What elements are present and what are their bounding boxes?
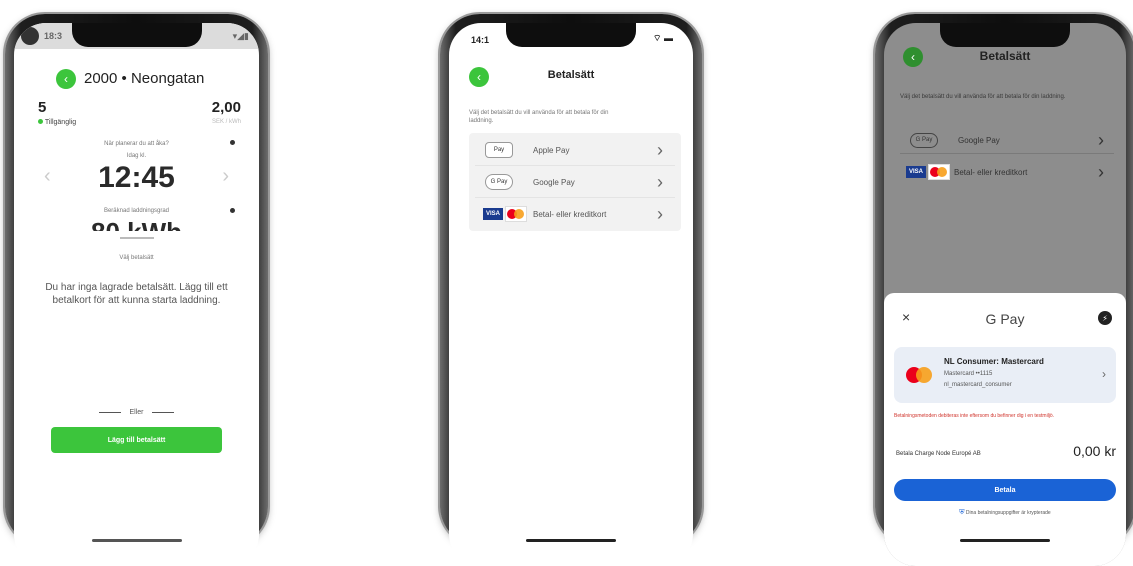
- available-label: Tillgänglig: [44, 119, 77, 126]
- payment-method-google-pay[interactable]: G Pay Google Pay ›: [900, 127, 1114, 154]
- mastercard-icon: [928, 164, 950, 180]
- energy-label: Beräknad laddningsgrad: [103, 208, 170, 214]
- available-status: Tillgänglig: [38, 119, 76, 126]
- shield-icon: ⛨: [959, 509, 965, 516]
- phone-screen-1: 18:3 ▾◢▮ ‹ 2000 • Neongatan 5 Tillgängli…: [14, 23, 259, 566]
- payment-sheet: Välj betalsätt Du har inga lagrade betal…: [14, 231, 259, 566]
- no-methods-text: Du har inga lagrade betalsätt. Lägg till…: [45, 282, 228, 306]
- available-dot-icon: [38, 119, 43, 124]
- security-text: Dina betalningsuppgifter är krypterade: [965, 510, 1051, 516]
- payment-method-apple-pay[interactable]: Pay Apple Pay ›: [475, 135, 675, 166]
- wifi-battery-icon: ⌔ ▬: [653, 33, 673, 43]
- chevron-right-icon: ›: [1098, 161, 1104, 182]
- payment-method-card[interactable]: VISA Betal- eller kreditkort ›: [475, 199, 675, 229]
- phone-frame-1: 18:3 ▾◢▮ ‹ 2000 • Neongatan 5 Tillgängli…: [5, 14, 268, 566]
- payment-method-card[interactable]: VISA Betal- eller kreditkort ›: [900, 159, 1114, 185]
- card-name: NL Consumer: Mastercard: [944, 357, 1044, 366]
- notch: [506, 23, 636, 47]
- method-label: Betal- eller kreditkort: [533, 209, 607, 219]
- method-label: Betal- eller kreditkort: [954, 167, 1028, 177]
- sheet-title: Välj betalsätt: [119, 255, 154, 261]
- amount: 0,00 kr: [1073, 443, 1116, 459]
- test-notice: Betalningsmetoden debiteras inte efterso…: [894, 413, 1055, 419]
- card-number: Mastercard ••1115: [944, 371, 993, 377]
- status-time: 14:1: [471, 35, 490, 45]
- page-description: Välj det betalsätt du vill använda för a…: [469, 110, 609, 124]
- notch: [940, 23, 1070, 47]
- sheet-handle[interactable]: [119, 237, 154, 239]
- chevron-right-icon: ›: [657, 171, 663, 192]
- card-icon: VISA: [483, 206, 527, 222]
- gpay-sheet: × G Pay ⚡ NL Consumer: Mastercard Master…: [884, 293, 1126, 566]
- page-description: Välj det betalsätt du vill använda för a…: [900, 94, 1066, 100]
- info-icon-2[interactable]: [230, 208, 235, 213]
- method-label: Google Pay: [958, 135, 1000, 145]
- chevron-right-icon: ›: [1098, 129, 1104, 150]
- mastercard-icon: [505, 206, 527, 222]
- available-count: 5: [38, 99, 47, 116]
- or-divider: Eller: [14, 409, 259, 416]
- merchant-name: Betala Charge Node Europé AB: [896, 451, 981, 457]
- phone-frame-3: ‹ Betalsätt Välj det betalsätt du vill a…: [875, 14, 1133, 566]
- price-unit: SEK / kWh: [211, 119, 241, 125]
- info-icon[interactable]: [230, 140, 235, 145]
- phone-screen-2: 14:1 ⌔ ▬ ‹ Betalsätt Välj det betalsätt …: [449, 23, 693, 566]
- security-footer: ⛨ Dina betalningsuppgifter är krypterade: [884, 509, 1126, 517]
- home-indicator[interactable]: [960, 539, 1050, 542]
- google-pay-icon: G Pay: [485, 174, 513, 190]
- visa-icon: VISA: [906, 166, 926, 178]
- payment-method-list: Pay Apple Pay › G Pay Google Pay › VISA …: [469, 133, 681, 231]
- add-payment-button[interactable]: Lägg till betalsätt: [51, 427, 222, 453]
- method-label: Apple Pay: [533, 145, 570, 155]
- payment-method-google-pay[interactable]: G Pay Google Pay ›: [475, 167, 675, 198]
- mastercard-icon: [906, 367, 932, 383]
- notch: [71, 23, 202, 47]
- price-value: 2,00: [211, 99, 241, 116]
- departure-question: När planerar du att åka?: [104, 141, 169, 147]
- apple-pay-icon: Pay: [485, 142, 513, 158]
- home-indicator[interactable]: [526, 539, 616, 542]
- page-title: Betalsätt: [547, 69, 595, 81]
- chevron-right-icon: ›: [1102, 367, 1106, 381]
- visa-icon: VISA: [483, 208, 503, 220]
- card-icon: VISA: [906, 164, 950, 180]
- page-title: Betalsätt: [979, 49, 1031, 63]
- account-icon[interactable]: ⚡: [1098, 311, 1112, 325]
- back-icon[interactable]: ‹: [56, 69, 76, 89]
- status-time: 18:3: [44, 31, 63, 41]
- phone-screen-3: ‹ Betalsätt Välj det betalsätt du vill a…: [884, 23, 1126, 566]
- energy-value: 80 kWh: [14, 219, 259, 231]
- chevron-right-icon: ›: [657, 139, 663, 160]
- home-indicator[interactable]: [91, 539, 182, 542]
- pay-button[interactable]: Betala: [894, 479, 1116, 501]
- station-title: 2000 • Neongatan: [84, 70, 205, 87]
- signal-wifi-battery-icon: ▾◢▮: [232, 31, 249, 41]
- or-label: Eller: [129, 409, 144, 416]
- method-label: Google Pay: [533, 177, 575, 187]
- phone-frame-2: 14:1 ⌔ ▬ ‹ Betalsätt Välj det betalsätt …: [440, 14, 702, 566]
- gpay-title: G Pay: [985, 311, 1025, 327]
- google-pay-icon: G Pay: [910, 132, 938, 148]
- chevron-right-icon: ›: [657, 203, 663, 224]
- time-sub-label: Idag kl.: [126, 153, 147, 159]
- selected-card[interactable]: NL Consumer: Mastercard Mastercard ••111…: [894, 347, 1116, 403]
- chevron-right-icon[interactable]: ›: [222, 165, 229, 188]
- camera-icon: [21, 27, 39, 45]
- card-id: nl_mastercard_consumer: [944, 382, 1012, 388]
- energy-value-clip: 80 kWh: [14, 219, 259, 231]
